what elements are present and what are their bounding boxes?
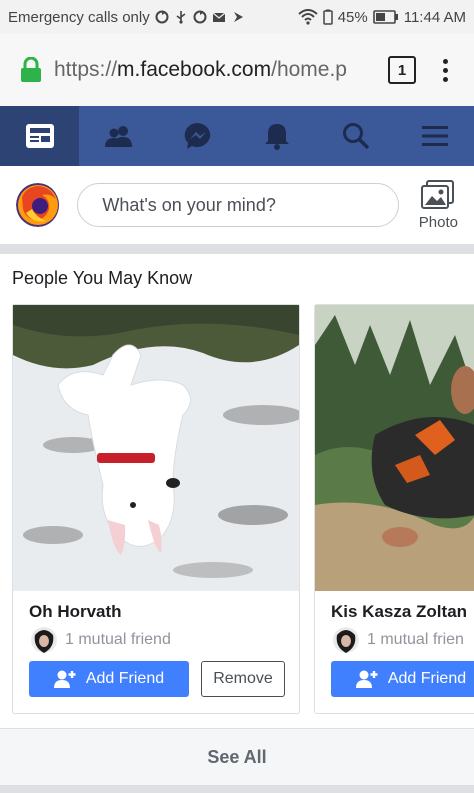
firefox-avatar-image	[16, 183, 60, 227]
remove-button[interactable]: Remove	[201, 661, 285, 697]
tab-switcher-button[interactable]: 1	[388, 56, 416, 84]
photo-label: Photo	[418, 213, 458, 231]
friend-suggestion-card: Kis Kasza Zoltan 1 mutual frien Add Frie…	[314, 304, 474, 714]
add-friend-button[interactable]: Add Friend	[29, 661, 189, 697]
profile-photo[interactable]	[315, 305, 474, 591]
lock-icon	[21, 57, 41, 82]
messenger-icon	[184, 122, 210, 149]
section-divider	[0, 244, 474, 254]
url-prefix: https://	[54, 58, 118, 81]
play-icon	[233, 12, 243, 22]
search-icon	[342, 123, 369, 150]
nav-friends[interactable]	[79, 106, 158, 166]
whats-on-your-mind-input[interactable]: What's on your mind?	[77, 183, 399, 227]
sync-icon	[155, 10, 169, 24]
friends-icon	[104, 126, 132, 147]
nav-search[interactable]	[316, 106, 395, 166]
menu-icon	[421, 126, 448, 146]
mutual-friend-avatar	[31, 627, 57, 653]
add-friend-icon	[53, 670, 76, 688]
pymk-title: People You May Know	[12, 268, 193, 288]
tab-count: 1	[397, 61, 407, 79]
wifi-icon	[298, 9, 318, 25]
see-all-link[interactable]: See All	[0, 728, 474, 785]
friend-suggestion-card: Oh Horvath 1 mutual friend Add Friend Re…	[12, 304, 300, 714]
nav-menu[interactable]	[395, 106, 474, 166]
people-you-may-know: People You May Know Oh Horvath 1 mutual …	[0, 254, 474, 728]
battery-icon	[372, 10, 398, 24]
friend-name[interactable]: Oh Horvath	[29, 602, 122, 622]
url-host: m.facebook.com	[117, 58, 272, 81]
remove-label: Remove	[213, 670, 273, 687]
mutual-friends[interactable]: 1 mutual friend	[31, 627, 171, 653]
man-in-forest-photo-image	[315, 305, 474, 591]
section-divider	[0, 785, 474, 793]
usb-icon	[176, 11, 186, 24]
notifications-icon	[264, 124, 289, 150]
mutual-friends[interactable]: 1 mutual frien	[333, 627, 464, 653]
composer-placeholder: What's on your mind?	[102, 194, 276, 215]
status-bar: Emergency calls only 45% 11:44 AM	[0, 0, 474, 34]
mutual-friends-text: 1 mutual friend	[65, 631, 171, 648]
url-field[interactable]: https://m.facebook.com/home.p	[54, 58, 370, 82]
photo-icon	[421, 179, 455, 209]
dog-photo-image	[13, 305, 299, 591]
battery-percent: 45%	[337, 8, 368, 26]
mail-icon	[212, 12, 226, 22]
mutual-friend-avatar	[333, 627, 359, 653]
profile-avatar[interactable]	[16, 183, 60, 227]
url-path: /home.p	[271, 58, 347, 81]
more-options-icon[interactable]	[442, 58, 448, 82]
mutual-friends-text: 1 mutual frien	[367, 631, 464, 648]
add-friend-button[interactable]: Add Friend	[331, 661, 474, 697]
friend-name[interactable]: Kis Kasza Zoltan	[331, 602, 467, 622]
add-friend-label: Add Friend	[387, 670, 467, 687]
browser-toolbar: https://m.facebook.com/home.p 1	[0, 34, 474, 106]
see-all-label: See All	[207, 746, 267, 767]
add-friend-label: Add Friend	[85, 670, 165, 687]
clock: 11:44 AM	[403, 8, 466, 26]
news-feed-icon	[25, 124, 54, 148]
facebook-top-nav	[0, 106, 474, 166]
nav-messenger[interactable]	[158, 106, 237, 166]
profile-photo[interactable]	[13, 305, 299, 591]
carrier-status-text: Emergency calls only	[8, 8, 150, 26]
add-friend-icon	[355, 670, 378, 688]
nav-news-feed[interactable]	[0, 106, 79, 166]
status-composer: What's on your mind? Photo	[0, 166, 474, 244]
photo-button[interactable]: Photo	[418, 179, 458, 231]
sync-icon	[193, 10, 207, 24]
nav-notifications[interactable]	[237, 106, 316, 166]
battery-saver-icon	[322, 9, 333, 25]
